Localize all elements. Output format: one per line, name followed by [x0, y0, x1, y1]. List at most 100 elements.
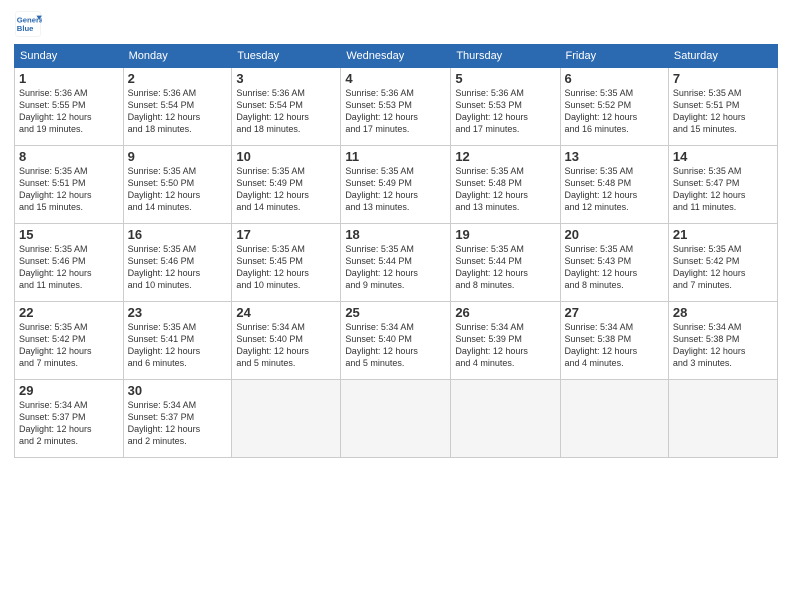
- day-number: 1: [19, 71, 119, 86]
- day-info: Sunrise: 5:36 AMSunset: 5:54 PMDaylight:…: [128, 87, 228, 136]
- calendar-cell: [560, 380, 668, 458]
- day-number: 28: [673, 305, 773, 320]
- day-info: Sunrise: 5:34 AMSunset: 5:40 PMDaylight:…: [345, 321, 446, 370]
- day-info: Sunrise: 5:34 AMSunset: 5:40 PMDaylight:…: [236, 321, 336, 370]
- day-number: 27: [565, 305, 664, 320]
- calendar-cell: 14Sunrise: 5:35 AMSunset: 5:47 PMDayligh…: [668, 146, 777, 224]
- day-info: Sunrise: 5:34 AMSunset: 5:37 PMDaylight:…: [19, 399, 119, 448]
- day-number: 3: [236, 71, 336, 86]
- day-number: 9: [128, 149, 228, 164]
- day-number: 7: [673, 71, 773, 86]
- day-number: 2: [128, 71, 228, 86]
- day-info: Sunrise: 5:36 AMSunset: 5:53 PMDaylight:…: [345, 87, 446, 136]
- calendar-cell: 11Sunrise: 5:35 AMSunset: 5:49 PMDayligh…: [341, 146, 451, 224]
- calendar-cell: 15Sunrise: 5:35 AMSunset: 5:46 PMDayligh…: [15, 224, 124, 302]
- calendar-cell: 17Sunrise: 5:35 AMSunset: 5:45 PMDayligh…: [232, 224, 341, 302]
- day-number: 19: [455, 227, 555, 242]
- calendar-cell: 29Sunrise: 5:34 AMSunset: 5:37 PMDayligh…: [15, 380, 124, 458]
- calendar-cell: 19Sunrise: 5:35 AMSunset: 5:44 PMDayligh…: [451, 224, 560, 302]
- day-number: 6: [565, 71, 664, 86]
- calendar-cell: 2Sunrise: 5:36 AMSunset: 5:54 PMDaylight…: [123, 68, 232, 146]
- day-number: 18: [345, 227, 446, 242]
- day-number: 26: [455, 305, 555, 320]
- day-info: Sunrise: 5:35 AMSunset: 5:44 PMDaylight:…: [455, 243, 555, 292]
- day-number: 15: [19, 227, 119, 242]
- weekday-header-thursday: Thursday: [451, 45, 560, 68]
- logo-icon: General Blue: [14, 10, 42, 38]
- day-number: 22: [19, 305, 119, 320]
- calendar-cell: 10Sunrise: 5:35 AMSunset: 5:49 PMDayligh…: [232, 146, 341, 224]
- day-number: 23: [128, 305, 228, 320]
- calendar-cell: [341, 380, 451, 458]
- day-info: Sunrise: 5:36 AMSunset: 5:53 PMDaylight:…: [455, 87, 555, 136]
- day-info: Sunrise: 5:35 AMSunset: 5:51 PMDaylight:…: [19, 165, 119, 214]
- day-number: 30: [128, 383, 228, 398]
- day-info: Sunrise: 5:35 AMSunset: 5:41 PMDaylight:…: [128, 321, 228, 370]
- day-info: Sunrise: 5:34 AMSunset: 5:37 PMDaylight:…: [128, 399, 228, 448]
- calendar-cell: 7Sunrise: 5:35 AMSunset: 5:51 PMDaylight…: [668, 68, 777, 146]
- day-info: Sunrise: 5:34 AMSunset: 5:38 PMDaylight:…: [565, 321, 664, 370]
- day-info: Sunrise: 5:35 AMSunset: 5:49 PMDaylight:…: [345, 165, 446, 214]
- day-number: 16: [128, 227, 228, 242]
- calendar-cell: 23Sunrise: 5:35 AMSunset: 5:41 PMDayligh…: [123, 302, 232, 380]
- calendar-cell: [232, 380, 341, 458]
- day-info: Sunrise: 5:35 AMSunset: 5:48 PMDaylight:…: [455, 165, 555, 214]
- day-info: Sunrise: 5:35 AMSunset: 5:49 PMDaylight:…: [236, 165, 336, 214]
- day-number: 21: [673, 227, 773, 242]
- weekday-header-saturday: Saturday: [668, 45, 777, 68]
- day-number: 12: [455, 149, 555, 164]
- day-info: Sunrise: 5:35 AMSunset: 5:44 PMDaylight:…: [345, 243, 446, 292]
- calendar-cell: 21Sunrise: 5:35 AMSunset: 5:42 PMDayligh…: [668, 224, 777, 302]
- calendar-cell: 12Sunrise: 5:35 AMSunset: 5:48 PMDayligh…: [451, 146, 560, 224]
- day-info: Sunrise: 5:35 AMSunset: 5:51 PMDaylight:…: [673, 87, 773, 136]
- calendar-cell: 26Sunrise: 5:34 AMSunset: 5:39 PMDayligh…: [451, 302, 560, 380]
- svg-text:Blue: Blue: [17, 24, 34, 33]
- weekday-header-friday: Friday: [560, 45, 668, 68]
- day-info: Sunrise: 5:35 AMSunset: 5:50 PMDaylight:…: [128, 165, 228, 214]
- day-info: Sunrise: 5:35 AMSunset: 5:42 PMDaylight:…: [19, 321, 119, 370]
- calendar-cell: [451, 380, 560, 458]
- calendar-cell: 25Sunrise: 5:34 AMSunset: 5:40 PMDayligh…: [341, 302, 451, 380]
- calendar-cell: 18Sunrise: 5:35 AMSunset: 5:44 PMDayligh…: [341, 224, 451, 302]
- logo: General Blue: [14, 10, 46, 38]
- day-info: Sunrise: 5:35 AMSunset: 5:52 PMDaylight:…: [565, 87, 664, 136]
- calendar-cell: 1Sunrise: 5:36 AMSunset: 5:55 PMDaylight…: [15, 68, 124, 146]
- day-info: Sunrise: 5:35 AMSunset: 5:48 PMDaylight:…: [565, 165, 664, 214]
- calendar-cell: 4Sunrise: 5:36 AMSunset: 5:53 PMDaylight…: [341, 68, 451, 146]
- calendar-cell: 16Sunrise: 5:35 AMSunset: 5:46 PMDayligh…: [123, 224, 232, 302]
- calendar-cell: 5Sunrise: 5:36 AMSunset: 5:53 PMDaylight…: [451, 68, 560, 146]
- day-info: Sunrise: 5:35 AMSunset: 5:47 PMDaylight:…: [673, 165, 773, 214]
- day-info: Sunrise: 5:34 AMSunset: 5:38 PMDaylight:…: [673, 321, 773, 370]
- calendar-cell: 24Sunrise: 5:34 AMSunset: 5:40 PMDayligh…: [232, 302, 341, 380]
- day-info: Sunrise: 5:35 AMSunset: 5:42 PMDaylight:…: [673, 243, 773, 292]
- weekday-header-sunday: Sunday: [15, 45, 124, 68]
- day-number: 17: [236, 227, 336, 242]
- day-number: 10: [236, 149, 336, 164]
- calendar-cell: [668, 380, 777, 458]
- day-info: Sunrise: 5:34 AMSunset: 5:39 PMDaylight:…: [455, 321, 555, 370]
- day-info: Sunrise: 5:36 AMSunset: 5:54 PMDaylight:…: [236, 87, 336, 136]
- day-number: 5: [455, 71, 555, 86]
- calendar-cell: 9Sunrise: 5:35 AMSunset: 5:50 PMDaylight…: [123, 146, 232, 224]
- day-info: Sunrise: 5:35 AMSunset: 5:46 PMDaylight:…: [128, 243, 228, 292]
- weekday-header-wednesday: Wednesday: [341, 45, 451, 68]
- weekday-header-tuesday: Tuesday: [232, 45, 341, 68]
- day-number: 25: [345, 305, 446, 320]
- day-number: 8: [19, 149, 119, 164]
- day-info: Sunrise: 5:35 AMSunset: 5:46 PMDaylight:…: [19, 243, 119, 292]
- header: General Blue: [14, 10, 778, 38]
- day-number: 29: [19, 383, 119, 398]
- calendar-cell: 22Sunrise: 5:35 AMSunset: 5:42 PMDayligh…: [15, 302, 124, 380]
- day-number: 14: [673, 149, 773, 164]
- calendar-cell: 27Sunrise: 5:34 AMSunset: 5:38 PMDayligh…: [560, 302, 668, 380]
- calendar-cell: 28Sunrise: 5:34 AMSunset: 5:38 PMDayligh…: [668, 302, 777, 380]
- calendar-cell: 3Sunrise: 5:36 AMSunset: 5:54 PMDaylight…: [232, 68, 341, 146]
- calendar-table: SundayMondayTuesdayWednesdayThursdayFrid…: [14, 44, 778, 458]
- day-info: Sunrise: 5:36 AMSunset: 5:55 PMDaylight:…: [19, 87, 119, 136]
- calendar-cell: 30Sunrise: 5:34 AMSunset: 5:37 PMDayligh…: [123, 380, 232, 458]
- calendar-cell: 6Sunrise: 5:35 AMSunset: 5:52 PMDaylight…: [560, 68, 668, 146]
- day-info: Sunrise: 5:35 AMSunset: 5:43 PMDaylight:…: [565, 243, 664, 292]
- weekday-header-monday: Monday: [123, 45, 232, 68]
- day-number: 13: [565, 149, 664, 164]
- day-number: 20: [565, 227, 664, 242]
